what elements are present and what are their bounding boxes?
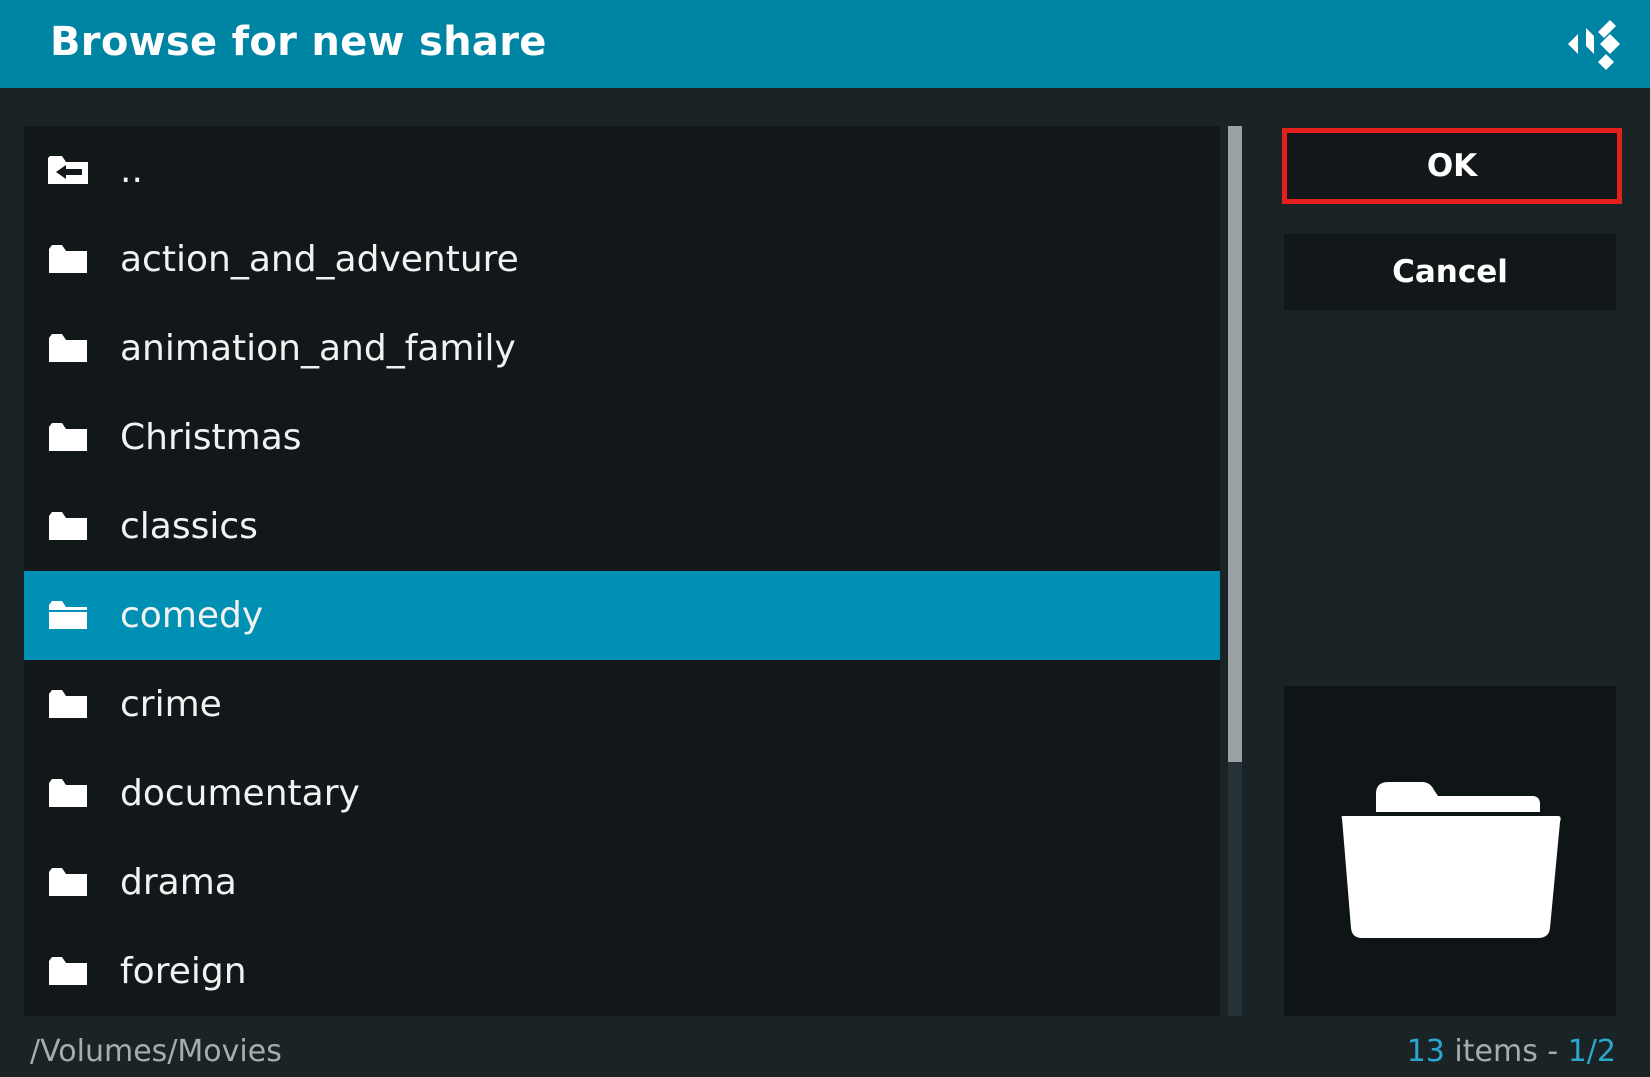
file-list: .. action_and_adventure animation_and_fa… bbox=[24, 126, 1220, 1016]
folder-icon bbox=[49, 245, 87, 273]
page-indicator: 1/2 bbox=[1567, 1034, 1616, 1069]
item-count-number: 13 bbox=[1406, 1034, 1445, 1069]
list-item-label: animation_and_family bbox=[120, 328, 516, 369]
folder-open-icon bbox=[49, 601, 87, 629]
cancel-button[interactable]: Cancel bbox=[1284, 234, 1616, 310]
ok-button[interactable]: OK bbox=[1282, 128, 1622, 204]
list-item-folder[interactable]: Christmas bbox=[24, 393, 1220, 482]
dialog-title: Browse for new share bbox=[50, 19, 547, 65]
list-item-label: Christmas bbox=[120, 417, 302, 458]
list-item-parent[interactable]: .. bbox=[24, 126, 1220, 215]
current-path: /Volumes/Movies bbox=[30, 1034, 282, 1069]
folder-back-icon bbox=[48, 156, 88, 184]
scrollbar-thumb[interactable] bbox=[1228, 126, 1242, 762]
list-item-folder[interactable]: documentary bbox=[24, 749, 1220, 838]
list-item-folder-selected[interactable]: comedy bbox=[24, 571, 1220, 660]
list-item-folder[interactable]: drama bbox=[24, 838, 1220, 927]
dialog-header: Browse for new share bbox=[0, 0, 1650, 88]
list-item-label: documentary bbox=[120, 773, 360, 814]
item-count: 13 items - 1/2 bbox=[1407, 1030, 1616, 1074]
list-item-label: foreign bbox=[120, 951, 247, 992]
list-item-label: comedy bbox=[120, 595, 264, 636]
folder-icon bbox=[49, 512, 87, 540]
folder-icon bbox=[49, 690, 87, 718]
list-item-folder[interactable]: animation_and_family bbox=[24, 304, 1220, 393]
list-item-label: crime bbox=[120, 684, 222, 725]
list-item-folder[interactable]: action_and_adventure bbox=[24, 215, 1220, 304]
folder-icon bbox=[49, 779, 87, 807]
folder-icon bbox=[49, 957, 87, 985]
list-item-folder[interactable]: crime bbox=[24, 660, 1220, 749]
folder-icon bbox=[49, 334, 87, 362]
folder-icon bbox=[49, 423, 87, 451]
list-item-label: drama bbox=[120, 862, 237, 903]
list-item-folder[interactable]: foreign bbox=[24, 927, 1220, 1016]
folder-preview-icon bbox=[1341, 782, 1561, 938]
folder-icon bbox=[49, 868, 87, 896]
kodi-logo-icon bbox=[1568, 20, 1620, 70]
list-item-label: classics bbox=[120, 506, 258, 547]
list-item-label: .. bbox=[120, 150, 143, 191]
list-item-label: action_and_adventure bbox=[120, 239, 519, 280]
item-count-word: items - bbox=[1444, 1034, 1568, 1069]
list-item-folder[interactable]: classics bbox=[24, 482, 1220, 571]
